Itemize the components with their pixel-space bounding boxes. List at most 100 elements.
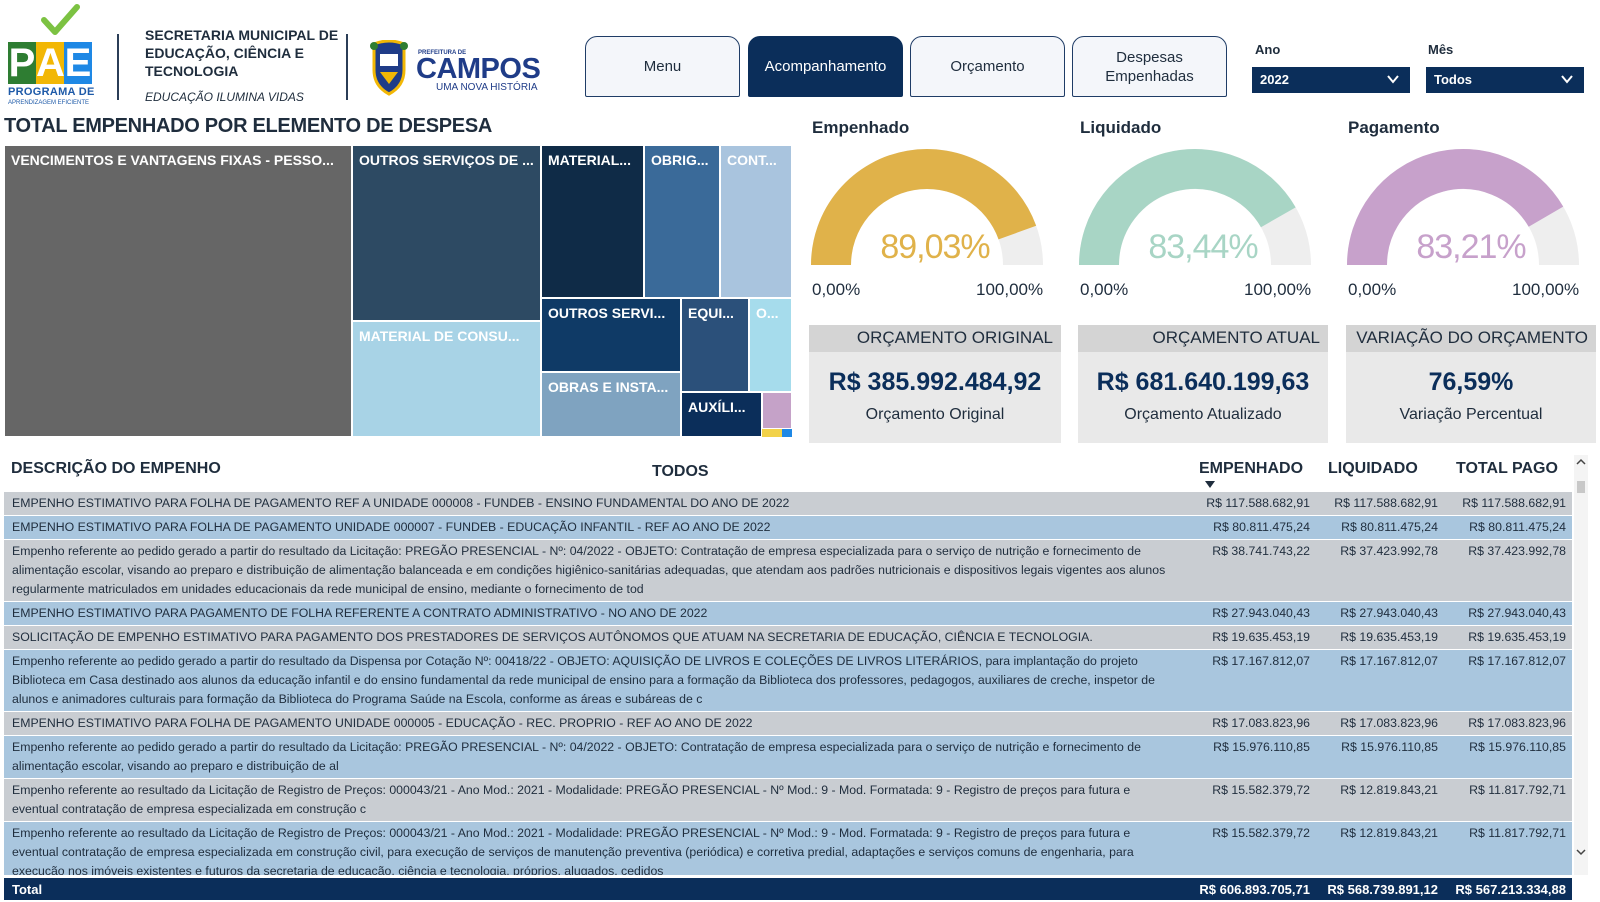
cell-liquidado: R$ 12.819.843,21 bbox=[1340, 783, 1438, 797]
card-value: 76,59% bbox=[1428, 368, 1514, 396]
ano-value: 2022 bbox=[1260, 72, 1289, 87]
treemap-cell-label: OUTROS SERVIÇOS DE ... bbox=[359, 152, 534, 168]
table-scrollbar[interactable] bbox=[1574, 455, 1588, 875]
treemap-cell[interactable] bbox=[762, 392, 792, 429]
cell-total-pago: R$ 11.817.792,71 bbox=[1469, 826, 1566, 840]
treemap-cell-label: CONT... bbox=[727, 152, 777, 168]
cell-empenhado: R$ 19.635.453,19 bbox=[1212, 630, 1310, 644]
treemap-cell-label: VENCIMENTOS E VANTAGENS FIXAS - PESSO... bbox=[11, 152, 334, 168]
gauge-value-pagamento: 83,21% bbox=[1416, 228, 1526, 266]
cell-empenhado: R$ 27.943.040,43 bbox=[1212, 606, 1310, 620]
pae-subtitle: PROGRAMA DE bbox=[8, 86, 95, 98]
header-liquidado[interactable]: LIQUIDADO bbox=[1328, 460, 1418, 478]
treemap-cell[interactable]: OUTROS SERVIÇOS DE ... bbox=[352, 145, 541, 321]
card-value: R$ 385.992.484,92 bbox=[828, 368, 1042, 396]
cell-total-pago: R$ 17.083.823,96 bbox=[1468, 716, 1566, 730]
header-todos[interactable]: TODOS bbox=[652, 463, 709, 481]
cell-descricao: SOLICITAÇÃO DE EMPENHO ESTIMATIVO PARA P… bbox=[12, 630, 1093, 644]
treemap-cell[interactable]: OUTROS SERVI... bbox=[541, 298, 681, 372]
cell-empenhado: R$ 80.811.475,24 bbox=[1213, 520, 1310, 534]
gauge-min: 0,00% bbox=[812, 280, 861, 299]
treemap-cell-label: OBRAS E INSTA... bbox=[548, 379, 669, 395]
table-row[interactable]: Empenho referente ao resultado da Licita… bbox=[4, 822, 1572, 875]
treemap-cell[interactable]: MATERIAL DE CONSU... bbox=[352, 321, 541, 437]
treemap-title: TOTAL EMPENHADO POR ELEMENTO DE DESPESA bbox=[4, 115, 492, 137]
cell-descricao: Empenho referente ao resultado da Licita… bbox=[12, 826, 1134, 875]
table-row[interactable]: EMPENHO ESTIMATIVO PARA FOLHA DE PAGAMEN… bbox=[4, 516, 1572, 540]
table-row[interactable]: Empenho referente ao pedido gerado a par… bbox=[4, 736, 1572, 779]
nav-orcamento-button[interactable]: Orçamento bbox=[910, 36, 1065, 97]
cell-liquidado: R$ 19.635.453,19 bbox=[1340, 630, 1438, 644]
campos-tagline: UMA NOVA HISTÓRIA bbox=[436, 82, 538, 93]
table-row[interactable]: Empenho referente ao resultado da Licita… bbox=[4, 779, 1572, 822]
gauge-value-empenhado: 89,03% bbox=[880, 228, 990, 266]
cell-descricao: Empenho referente ao pedido gerado a par… bbox=[12, 740, 1141, 773]
cell-empenhado: R$ 117.588.682,91 bbox=[1206, 496, 1310, 510]
cell-descricao: Empenho referente ao pedido gerado a par… bbox=[12, 544, 1166, 596]
treemap-cell[interactable]: EQUI... bbox=[681, 298, 749, 392]
table-header: DESCRIÇÃO DO EMPENHO TODOS EMPENHADO LIQ… bbox=[4, 455, 1572, 490]
cell-liquidado: R$ 27.943.040,43 bbox=[1340, 606, 1438, 620]
scroll-up-icon[interactable] bbox=[1574, 455, 1588, 469]
header-total-pago[interactable]: TOTAL PAGO bbox=[1456, 460, 1558, 478]
treemap-cell[interactable]: AUXÍLI... bbox=[681, 392, 762, 437]
ano-dropdown[interactable]: 2022 bbox=[1252, 67, 1410, 93]
card-header: ORÇAMENTO ATUAL bbox=[1078, 325, 1328, 352]
cell-descricao: EMPENHO ESTIMATIVO PARA FOLHA DE PAGAMEN… bbox=[12, 520, 771, 534]
treemap-cell[interactable]: MATERIAL... bbox=[541, 145, 644, 298]
header-empenhado[interactable]: EMPENHADO bbox=[1199, 460, 1303, 478]
table-row[interactable]: EMPENHO ESTIMATIVO PARA FOLHA DE PAGAMEN… bbox=[4, 492, 1572, 516]
gauge-max: 100,00% bbox=[976, 280, 1044, 299]
treemap-cell[interactable]: O... bbox=[749, 298, 792, 392]
nav-acompanhamento-button[interactable]: Acompanhamento bbox=[748, 36, 903, 97]
cell-empenhado: R$ 17.083.823,96 bbox=[1212, 716, 1310, 730]
cell-total-pago: R$ 17.167.812,07 bbox=[1468, 654, 1566, 668]
pae-letter: E bbox=[64, 41, 92, 85]
total-pago: R$ 567.213.334,88 bbox=[1455, 882, 1566, 897]
card-subtitle: Variação Percentual bbox=[1399, 406, 1543, 423]
cell-descricao: EMPENHO ESTIMATIVO PARA FOLHA DE PAGAMEN… bbox=[12, 716, 753, 730]
mes-dropdown[interactable]: Todos bbox=[1426, 67, 1584, 93]
empenho-table: DESCRIÇÃO DO EMPENHO TODOS EMPENHADO LIQ… bbox=[4, 455, 1596, 900]
treemap-cell[interactable]: OBRAS E INSTA... bbox=[541, 372, 681, 437]
treemap-cell[interactable]: CONT... bbox=[720, 145, 792, 298]
treemap-cell-label: AUXÍLI... bbox=[688, 399, 746, 415]
pae-wordmark: P A E bbox=[8, 42, 92, 84]
treemap-cell-small[interactable] bbox=[762, 429, 782, 437]
chevron-down-icon bbox=[1387, 75, 1399, 84]
secretaria-title: SECRETARIA MUNICIPAL DE EDUCAÇÃO, CIÊNCI… bbox=[145, 27, 339, 79]
table-total-row: Total R$ 606.893.705,71 R$ 568.739.891,1… bbox=[4, 878, 1572, 900]
cell-empenhado: R$ 15.582.379,72 bbox=[1212, 783, 1310, 797]
cell-empenhado: R$ 17.167.812,07 bbox=[1212, 654, 1310, 668]
cell-total-pago: R$ 80.811.475,24 bbox=[1469, 520, 1566, 534]
treemap-cell[interactable]: OBRIG... bbox=[644, 145, 720, 298]
nav-menu-button[interactable]: Menu bbox=[585, 36, 740, 97]
sort-desc-icon bbox=[1205, 481, 1215, 488]
cell-liquidado: R$ 12.819.843,21 bbox=[1340, 826, 1438, 840]
treemap: VENCIMENTOS E VANTAGENS FIXAS - PESSO...… bbox=[4, 145, 792, 437]
treemap-cell[interactable]: VENCIMENTOS E VANTAGENS FIXAS - PESSO... bbox=[4, 145, 352, 437]
header-divider bbox=[346, 34, 348, 100]
cell-total-pago: R$ 19.635.453,19 bbox=[1468, 630, 1566, 644]
scroll-down-icon[interactable] bbox=[1574, 845, 1588, 859]
gauge-title-empenhado: Empenhado bbox=[812, 118, 910, 137]
table-row[interactable]: Empenho referente ao pedido gerado a par… bbox=[4, 540, 1572, 602]
cell-descricao: EMPENHO ESTIMATIVO PARA PAGAMENTO DE FOL… bbox=[12, 606, 708, 620]
ano-label: Ano bbox=[1255, 42, 1281, 57]
gauge-max: 100,00% bbox=[1244, 280, 1312, 299]
cell-total-pago: R$ 11.817.792,71 bbox=[1469, 783, 1566, 797]
cell-empenhado: R$ 15.976.110,85 bbox=[1213, 740, 1310, 754]
treemap-cell-label: O... bbox=[756, 305, 779, 321]
cell-total-pago: R$ 15.976.110,85 bbox=[1469, 740, 1566, 754]
cell-empenhado: R$ 15.582.379,72 bbox=[1212, 826, 1310, 840]
treemap-cell-small[interactable] bbox=[782, 429, 792, 437]
header-descricao[interactable]: DESCRIÇÃO DO EMPENHO bbox=[11, 460, 221, 478]
table-row[interactable]: EMPENHO ESTIMATIVO PARA FOLHA DE PAGAMEN… bbox=[4, 712, 1572, 736]
gauge-min: 0,00% bbox=[1080, 280, 1129, 299]
scroll-thumb[interactable] bbox=[1577, 481, 1585, 493]
nav-despesas-button[interactable]: Despesas Empenhadas bbox=[1072, 36, 1227, 97]
table-row[interactable]: EMPENHO ESTIMATIVO PARA PAGAMENTO DE FOL… bbox=[4, 602, 1572, 626]
card-value: R$ 681.640.199,63 bbox=[1096, 368, 1310, 396]
table-row[interactable]: Empenho referente ao pedido gerado a par… bbox=[4, 650, 1572, 712]
table-row[interactable]: SOLICITAÇÃO DE EMPENHO ESTIMATIVO PARA P… bbox=[4, 626, 1572, 650]
